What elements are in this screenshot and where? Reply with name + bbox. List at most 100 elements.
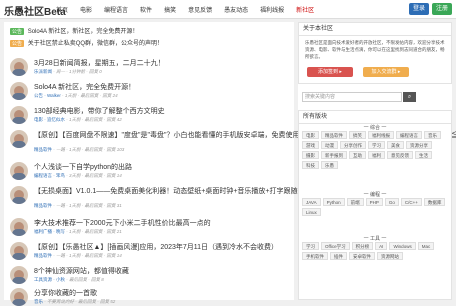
post-item[interactable]: 3月28日新闻简报，星期五，二月二十九！ 乐派新闻 · 周一 · 1分钟前 · …: [10, 58, 292, 78]
section-chip[interactable]: 科技: [302, 161, 319, 169]
section-chip[interactable]: 资源网站: [377, 252, 403, 260]
top-navigation-bar: 乐愚社区Beta 首页 电影 编程语言 软件 搞笑 意见反馈 愚友动态 福利线报…: [0, 0, 456, 19]
post-author[interactable]: 精品软件: [34, 253, 52, 258]
nav-software[interactable]: 软件: [140, 5, 152, 14]
post-title[interactable]: 130部经典电影，带你了解整个西方文明史: [34, 106, 165, 116]
post-item[interactable]: 【无损桌面】V1.0.1——免费桌面美化利器！动态壁纸+桌面时钟+音乐播放+打字…: [10, 186, 330, 214]
post-title[interactable]: 8个神仙资源网站，都值得收藏: [34, 266, 129, 276]
section-chip[interactable]: 游戏: [302, 141, 319, 149]
notice-text[interactable]: Solo4A 新社区，新社区，完全免费开源！: [28, 29, 139, 35]
post-title[interactable]: 个人浅谈一下自学python的出路: [34, 162, 132, 172]
section-chip[interactable]: 互助: [349, 151, 366, 159]
post-meta: 乐派新闻 · 周一 · 1分钟前 · 回复 0: [34, 69, 102, 74]
post-item[interactable]: 【原创】【百度网盘不限速】"度盘"是"毒盘"？小白也能看懂的手机版安卓端，免费使…: [10, 130, 456, 158]
section-chip[interactable]: PHP: [365, 198, 383, 206]
section-chip[interactable]: 学习: [302, 242, 319, 250]
nav-programming[interactable]: 编程语言: [104, 5, 128, 14]
post-title[interactable]: 【无损桌面】V1.0.1——免费桌面美化利器！动态壁纸+桌面时钟+音乐播放+打字…: [34, 186, 330, 196]
post-title[interactable]: 【原创】【乐愚社区▲】[插画风漫]应用，2023年7月11日（遇到冷水不会收费）: [34, 242, 278, 252]
section-chip[interactable]: C/C++: [400, 198, 422, 206]
post-title[interactable]: 3月28日新闻简报，星期五，二月二十九！: [34, 58, 165, 68]
post-author[interactable]: 福利广播 · 晚写: [34, 229, 65, 234]
section-chip[interactable]: 搞笑: [349, 131, 366, 139]
section-chip[interactable]: 生活: [415, 151, 432, 159]
section-chip[interactable]: 资源分享: [406, 141, 432, 149]
register-button[interactable]: 注册: [432, 3, 452, 15]
section-chip[interactable]: 精品软件: [321, 131, 347, 139]
section-chip[interactable]: 安卓软件: [349, 252, 375, 260]
search-input[interactable]: 搜索关键内容: [302, 92, 402, 102]
section-chip[interactable]: 编程语言: [396, 131, 422, 139]
avatar[interactable]: [10, 82, 28, 100]
section-chip[interactable]: 数据库: [423, 198, 446, 206]
programming-chip-group: JAVA Python 前端 PHP Go C/C++ 数据库 Linux: [302, 198, 452, 218]
section-title-general: 一 综合 一: [363, 125, 387, 131]
section-chip[interactable]: Mac: [417, 242, 435, 250]
section-chip[interactable]: 学习: [368, 141, 385, 149]
section-chip[interactable]: 分享创作: [340, 141, 366, 149]
section-chip[interactable]: Go: [384, 198, 399, 206]
section-chip[interactable]: 手机软件: [302, 252, 328, 260]
nav-deals[interactable]: 福利线报: [260, 5, 284, 14]
section-chip[interactable]: 美食: [387, 141, 404, 149]
post-item[interactable]: 个人浅谈一下自学python的出路 编程语言 · 笨鸟 · 3天前 · 最后回复…: [10, 162, 292, 182]
section-chip[interactable]: 福利线报: [368, 131, 394, 139]
post-author[interactable]: 精品软件: [34, 203, 52, 208]
post-author[interactable]: 乐派新闻: [34, 69, 52, 74]
avatar[interactable]: [10, 58, 28, 76]
avatar[interactable]: [10, 242, 28, 260]
post-title[interactable]: Solo4A 新社区，完全免费开源！: [34, 82, 135, 92]
post-author[interactable]: 精品软件: [34, 147, 52, 152]
post-info: 1天前 · 最后回复 · 回复 14: [69, 253, 122, 258]
section-chip[interactable]: 乐愚: [321, 161, 338, 169]
nav-funny[interactable]: 搞笑: [164, 5, 176, 14]
post-item[interactable]: Solo4A 新社区，完全免费开源！ 公告 · Walker · 1天前 · 最…: [10, 82, 292, 102]
post-item[interactable]: 李大技术推荐一下2000元下小米二手机性价比最高一点的 福利广播 · 晚写 · …: [10, 218, 292, 238]
section-chip[interactable]: 意见反馈: [387, 151, 413, 159]
section-chip[interactable]: JAVA: [302, 198, 321, 206]
nav-new-community[interactable]: 新社区: [296, 5, 314, 14]
join-group-button[interactable]: 加入交流群 ▸: [363, 67, 409, 77]
post-author[interactable]: 电影 · 追忆似水: [34, 117, 65, 122]
avatar[interactable]: [10, 288, 28, 306]
post-author[interactable]: 工具资源 · 小秋: [34, 277, 65, 282]
section-chip[interactable]: Linux: [302, 208, 321, 216]
avatar[interactable]: [10, 266, 28, 284]
post-item[interactable]: 130部经典电影，带你了解整个西方文明史 电影 · 追忆似水 · 1天前 · 最…: [10, 106, 292, 126]
signin-button[interactable]: 添加签到 ▸: [307, 67, 353, 77]
section-chip[interactable]: 前端: [346, 198, 364, 206]
nav-feedback[interactable]: 意见反馈: [188, 5, 212, 14]
section-chip[interactable]: 插件: [330, 252, 347, 260]
avatar[interactable]: [10, 106, 28, 124]
section-chip[interactable]: Windows: [389, 242, 416, 250]
section-chip[interactable]: 新手报到: [321, 151, 347, 159]
section-chip[interactable]: 积分榜: [351, 242, 374, 250]
section-chip[interactable]: 摄影: [302, 151, 319, 159]
avatar[interactable]: [10, 186, 28, 204]
main-nav: 首页 电影 编程语言 软件 搞笑 意见反馈 愚友动态 福利线报 新社区: [56, 5, 326, 14]
post-author[interactable]: 编程语言 · 笨鸟: [34, 173, 65, 178]
section-chip[interactable]: Office学习: [321, 242, 350, 250]
nav-home[interactable]: 首页: [56, 5, 68, 14]
avatar[interactable]: [10, 218, 28, 236]
nav-movies[interactable]: 电影: [80, 5, 92, 14]
login-button[interactable]: 登录: [409, 3, 429, 15]
post-item[interactable]: 8个神仙资源网站，都值得收藏 工具资源 · 小秋 · 最后回复 · 回复 8: [10, 266, 292, 286]
section-chip[interactable]: 音乐: [424, 131, 441, 139]
notice-2[interactable]: 公告 关于社区禁止私卖QQ群，微信群，公众号的声明！: [10, 38, 163, 47]
section-chip[interactable]: 电影: [302, 131, 319, 139]
section-chip[interactable]: AI: [375, 242, 388, 250]
nav-user-updates[interactable]: 愚友动态: [224, 5, 248, 14]
avatar[interactable]: [10, 130, 28, 148]
post-author[interactable]: 公告 · Walker: [34, 93, 61, 98]
notice-1[interactable]: 公告 Solo4A 新社区，新社区，完全免费开源！: [10, 26, 138, 35]
post-title[interactable]: 李大技术推荐一下2000元下小米二手机性价比最高一点的: [34, 218, 211, 228]
avatar[interactable]: [10, 162, 28, 180]
post-item[interactable]: 【原创】【乐愚社区▲】[插画风漫]应用，2023年7月11日（遇到冷水不会收费）…: [10, 242, 292, 262]
search-icon[interactable]: ⌕: [403, 92, 416, 102]
post-title[interactable]: 分享你收藏的一首歌: [34, 288, 97, 298]
section-chip[interactable]: 福利: [368, 151, 385, 159]
section-chip[interactable]: Python: [322, 198, 345, 206]
section-chip[interactable]: 动漫: [321, 141, 338, 149]
notice-text[interactable]: 关于社区禁止私卖QQ群，微信群，公众号的声明！: [28, 41, 163, 47]
